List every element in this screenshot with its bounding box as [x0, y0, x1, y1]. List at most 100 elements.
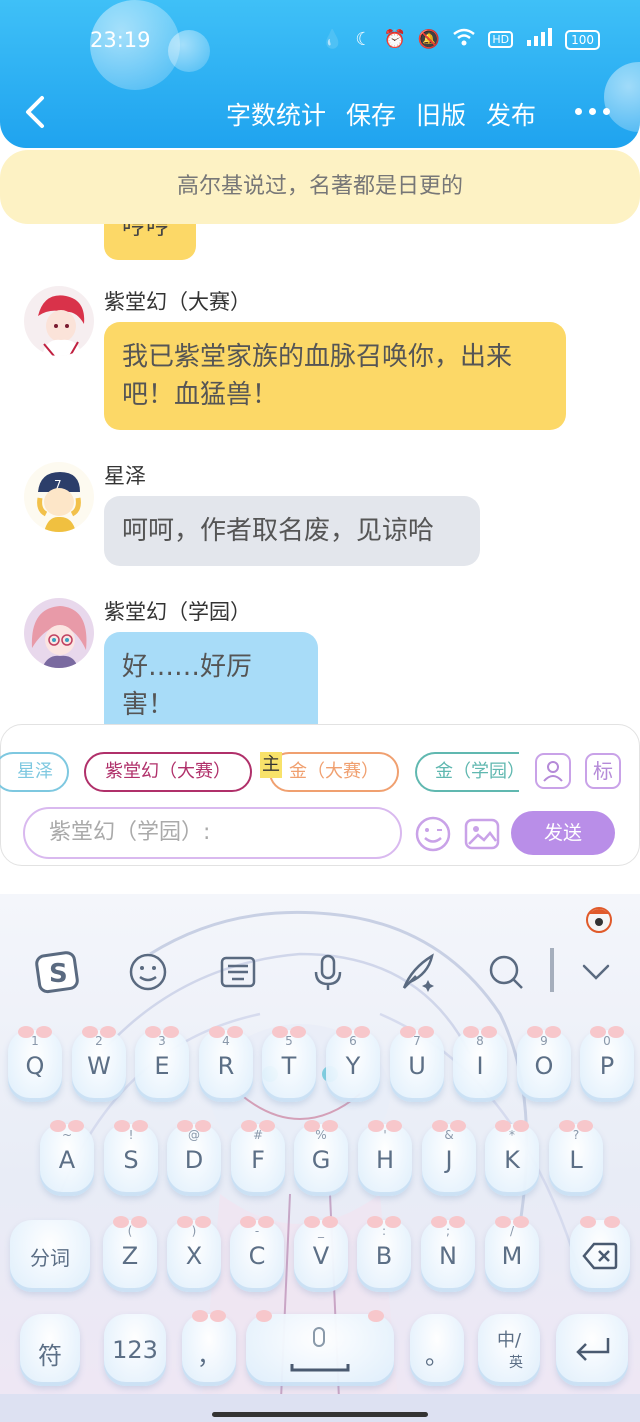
space-key[interactable]	[246, 1310, 394, 1386]
key-label: R	[217, 1052, 235, 1080]
toolbar-divider	[550, 948, 554, 992]
search-icon[interactable]	[482, 948, 530, 996]
key-label: M	[501, 1242, 523, 1270]
message-bubble[interactable]: 我已紫堂家族的血脉召唤你，出来吧！血猛兽！	[104, 322, 566, 430]
key-x[interactable]: ) X	[167, 1216, 221, 1292]
period-key[interactable]: 。	[410, 1314, 464, 1386]
key-secondary-label: 6	[349, 1034, 357, 1048]
delete-key[interactable]	[570, 1216, 630, 1292]
quill-icon[interactable]	[394, 948, 442, 996]
sogou-logo-icon[interactable]: S	[34, 948, 82, 996]
comma-key[interactable]: ，	[182, 1310, 236, 1386]
key-a[interactable]: ~ A	[40, 1120, 94, 1196]
publish-button[interactable]: 发布	[486, 96, 536, 132]
avatar[interactable]	[24, 286, 94, 356]
microphone-icon[interactable]	[304, 948, 352, 996]
character-chip[interactable]: 金（学园）	[415, 752, 519, 792]
key-k[interactable]: * K	[485, 1120, 539, 1196]
key-secondary-label: *	[509, 1128, 515, 1142]
mute-icon: 🔕	[417, 29, 441, 50]
key-l[interactable]: ? L	[549, 1120, 603, 1196]
key-secondary-label: %	[315, 1128, 327, 1142]
key-d[interactable]: @ D	[167, 1120, 221, 1196]
enter-key[interactable]	[556, 1314, 628, 1386]
key-secondary-label: @	[188, 1128, 200, 1142]
emoji-button[interactable]	[414, 815, 452, 853]
avatar[interactable]: 7	[24, 462, 94, 532]
character-chip-selected[interactable]: 紫堂幻（大赛）	[84, 752, 252, 792]
old-version-button[interactable]: 旧版	[416, 96, 466, 132]
key-r[interactable]: 4R	[199, 1026, 253, 1102]
key-secondary-label: (	[127, 1224, 133, 1238]
key-secondary-label: #	[252, 1128, 264, 1142]
save-button[interactable]: 保存	[346, 96, 396, 132]
app-header: 23:19 💧 ☾ ⏰ 🔕 HD 100 字数统计 保存 旧版 发布	[0, 0, 640, 148]
collapse-keyboard-icon[interactable]	[572, 948, 620, 996]
key-secondary-label: '	[383, 1128, 387, 1142]
key-p[interactable]: 0P	[580, 1026, 634, 1102]
key-label: S	[123, 1146, 139, 1174]
more-button[interactable]	[575, 108, 610, 115]
key-g[interactable]: % G	[294, 1120, 348, 1196]
key-secondary-label: 8	[476, 1034, 484, 1048]
key-o[interactable]: 9O	[517, 1026, 571, 1102]
symbol-key[interactable]: 符	[20, 1314, 80, 1386]
key-label: J	[445, 1146, 453, 1174]
number-key[interactable]: 123	[104, 1314, 166, 1386]
key-j[interactable]: & J	[422, 1120, 476, 1196]
key-h[interactable]: ' H	[358, 1120, 412, 1196]
key-e[interactable]: 3E	[135, 1026, 189, 1102]
key-q[interactable]: 1Q	[8, 1026, 62, 1102]
key-w[interactable]: 2W	[72, 1026, 126, 1102]
avatar[interactable]	[24, 598, 94, 668]
segment-key[interactable]: 分词	[10, 1220, 90, 1292]
key-i[interactable]: 8I	[453, 1026, 507, 1102]
key-c[interactable]: -C	[230, 1216, 284, 1292]
key-label: U	[408, 1052, 426, 1080]
signal-icon	[525, 28, 553, 51]
key-v[interactable]: _ V	[294, 1216, 348, 1292]
message-input[interactable]: 紫堂幻（学园）:	[23, 807, 402, 859]
image-button[interactable]	[463, 815, 501, 853]
key-secondary-label: ?	[572, 1128, 580, 1142]
svg-text:S: S	[49, 959, 68, 989]
back-button[interactable]	[22, 94, 50, 130]
keyboard-toolbar: S	[0, 948, 640, 1004]
sender-name: 紫堂幻（大赛）	[104, 290, 251, 314]
key-label: D	[184, 1146, 204, 1174]
status-time: 23:19	[90, 28, 151, 52]
key-label: Q	[25, 1052, 45, 1080]
key-secondary-label: 5	[285, 1034, 293, 1048]
key-z[interactable]: (Z	[103, 1216, 157, 1292]
message-bubble[interactable]: 呵呵，作者取名废，见谅哈	[104, 496, 480, 566]
alarm-icon: ⏰	[383, 29, 406, 50]
mascot-icon[interactable]	[584, 904, 614, 934]
key-label: A	[58, 1146, 76, 1174]
moon-icon: ☾	[355, 29, 372, 50]
language-switch-key[interactable]: 中/ 英	[478, 1314, 540, 1386]
key-u[interactable]: 7U	[390, 1026, 444, 1102]
soft-keyboard: S 1 Q 2 W 3 E 4 R 5 T 6 Y 7 U 8 I 9 O 0 P ~ A! S @ D # F% G ' H & J * K	[0, 894, 640, 1422]
word-count-button[interactable]: 字数统计	[226, 96, 326, 132]
key-secondary-label: 3	[158, 1034, 166, 1048]
key-n[interactable]: ; N	[421, 1216, 475, 1292]
key-f[interactable]: # F	[231, 1120, 285, 1196]
character-manage-button[interactable]	[535, 753, 571, 789]
key-m[interactable]: / M	[485, 1216, 539, 1292]
key-secondary-label: 9	[540, 1034, 548, 1048]
key-secondary-label: 2	[95, 1034, 103, 1048]
tag-button[interactable]: 标	[585, 753, 621, 789]
key-s[interactable]: ! S	[104, 1120, 158, 1196]
key-secondary-label: !	[128, 1128, 134, 1142]
key-t[interactable]: 5T	[262, 1026, 316, 1102]
home-indicator[interactable]	[212, 1412, 428, 1417]
key-y[interactable]: 6Y	[326, 1026, 380, 1102]
character-chip[interactable]: 星泽	[0, 752, 69, 792]
key-label: W	[87, 1052, 111, 1080]
character-chip[interactable]: 金（大赛）	[269, 752, 399, 792]
key-b[interactable]: :B	[357, 1216, 411, 1292]
send-button[interactable]: 发送	[511, 811, 615, 855]
keyboard-layout-icon[interactable]	[214, 948, 262, 996]
emoji-keyboard-icon[interactable]	[124, 948, 172, 996]
wifi-icon	[452, 28, 476, 51]
